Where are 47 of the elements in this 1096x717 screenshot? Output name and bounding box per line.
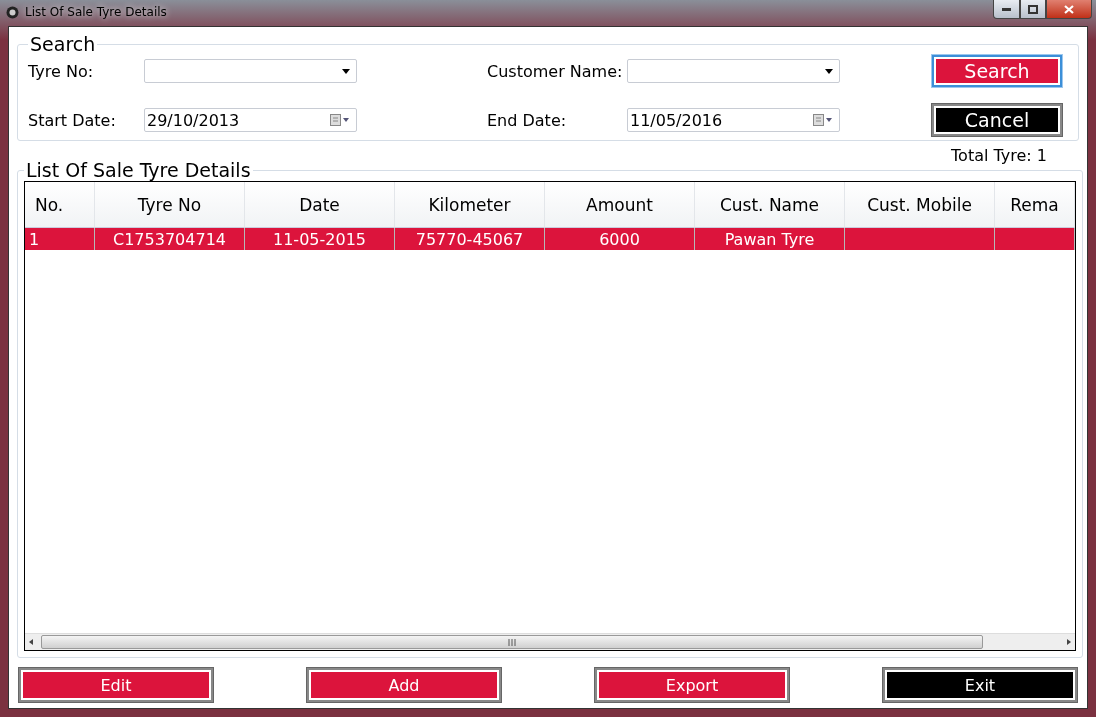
column-header[interactable]: No. [25,182,95,228]
field-label: Start Date: [28,110,117,130]
maximize-button[interactable] [1020,0,1046,19]
action-button[interactable]: Edit [19,668,213,702]
calendar-icon[interactable] [813,114,833,126]
dropdown-arrow-icon[interactable] [825,68,833,74]
dropdown-field[interactable] [144,59,357,83]
table-cell: 6000 [545,228,695,250]
column-header[interactable]: Cust. Mobile [845,182,995,228]
table-cell: C1753704714 [95,228,245,250]
maximize-icon [1028,4,1038,14]
column-header[interactable]: Amount [545,182,695,228]
column-header[interactable]: Rema [995,182,1075,228]
tyre-icon [6,5,19,19]
field-label: Customer Name: [487,61,624,81]
list-panel-title: List Of Sale Tyre Details [25,159,252,181]
column-header[interactable]: Kilometer [395,182,545,228]
action-button[interactable]: Exit [883,668,1077,702]
table-cell: Pawan Tyre [695,228,845,250]
table-cell: 1 [25,228,95,250]
dropdown-field[interactable] [627,59,840,83]
field-label: End Date: [487,110,568,130]
grip-icon [508,638,516,646]
table-row[interactable]: 1 C1753704714 11-05-2015 75770-45067 6000 Pawan Tyre [25,228,1075,250]
field-label: Tyre No: [28,61,95,81]
date-field[interactable]: 29/10/2013 [144,108,357,132]
table-cell: 75770-45067 [395,228,545,250]
window-title: List Of Sale Tyre Details [25,5,168,19]
scrollbar-thumb[interactable] [41,635,983,649]
table-cell: 11-05-2015 [245,228,395,250]
column-header[interactable]: Tyre No [95,182,245,228]
search-panel-title: Search [29,33,97,55]
minimize-button[interactable] [993,0,1020,19]
minimize-icon [1002,7,1011,11]
dropdown-arrow-icon[interactable] [342,68,350,74]
column-header[interactable]: Date [245,182,395,228]
horizontal-scrollbar[interactable] [25,633,1075,650]
search-panel-button[interactable]: Cancel [932,104,1062,136]
close-icon [1064,4,1074,14]
date-field[interactable]: 11/05/2016 [627,108,840,132]
close-button[interactable] [1046,0,1092,19]
action-button[interactable]: Add [307,668,501,702]
total-count: Total Tyre: 1 [951,146,1047,165]
calendar-icon[interactable] [330,114,350,126]
action-button[interactable]: Export [595,668,789,702]
column-header[interactable]: Cust. Name [695,182,845,228]
search-panel-button[interactable]: Search [932,55,1062,87]
